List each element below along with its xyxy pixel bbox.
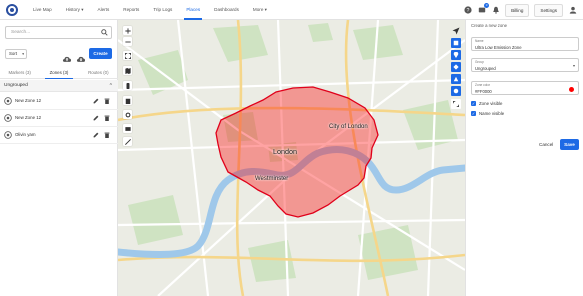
draw-circle-icon[interactable] (451, 86, 461, 96)
messages-icon[interactable]: 0 (477, 2, 490, 15)
zone-name: Olivin yam (15, 132, 36, 137)
search-input[interactable]: Search... (5, 26, 112, 39)
delete-icon[interactable] (104, 115, 110, 122)
zoom-in-icon[interactable] (123, 26, 132, 35)
chevron-down-icon: ▾ (22, 52, 24, 56)
zone-color-value: #FF0000 (475, 89, 492, 94)
create-button[interactable]: Create (89, 48, 112, 59)
name-visible-label: Name visible (479, 111, 505, 116)
delete-icon[interactable] (104, 98, 110, 105)
app-logo[interactable] (6, 3, 18, 16)
route-icon[interactable] (451, 74, 461, 84)
map-layers-icon[interactable] (123, 66, 132, 75)
save-button[interactable]: Save (560, 139, 579, 150)
fullscreen-icon[interactable] (123, 51, 132, 60)
edit-icon[interactable] (93, 132, 99, 139)
zone-name-label: Name (475, 39, 484, 43)
top-navigation-bar: Live Map History ▾ Alerts Reports Trip L… (0, 0, 583, 20)
sort-label: Sort (9, 51, 18, 56)
map-tiles (118, 20, 465, 296)
checkbox-checked-icon[interactable]: ✓ (471, 111, 476, 116)
draw-rectangle-icon[interactable] (451, 38, 461, 48)
nav-reports[interactable]: Reports (116, 0, 146, 20)
group-header[interactable]: Ungrouped ^ (0, 80, 118, 92)
chevron-up-icon[interactable]: ^ (110, 80, 112, 92)
places-sidebar: Search... Sort ▾ Create Markers (3) Zone… (0, 20, 118, 296)
group-label: Ungrouped (4, 83, 28, 88)
zone-name-value: Ultra Low Emission Zone (475, 45, 522, 50)
list-item[interactable]: New Zone 12 (0, 93, 118, 110)
map-canvas[interactable]: City of London London Westminster (118, 20, 465, 296)
list-item[interactable]: Olivin yam (0, 127, 118, 144)
create-zone-panel: Create a new zone Name Ultra Low Emissio… (465, 20, 583, 296)
svg-text:?: ? (466, 8, 469, 14)
zone-icon (4, 114, 12, 123)
checkbox-checked-icon[interactable]: ✓ (471, 101, 476, 106)
billing-button[interactable]: Billing (505, 3, 530, 17)
top-right-actions: ? 0 Billing Settings (463, 0, 577, 20)
tab-markers[interactable]: Markers (3) (0, 67, 39, 78)
nav-history[interactable]: History ▾ (59, 0, 91, 20)
overlay-icon[interactable] (123, 124, 132, 133)
settings-gear-icon[interactable] (123, 110, 132, 119)
places-tabs: Markers (3) Zones (3) Routes (0) (0, 67, 118, 79)
zone-name: New Zone 12 (15, 98, 42, 103)
notification-badge: 0 (484, 2, 490, 8)
zone-name-field[interactable]: Name Ultra Low Emission Zone (471, 37, 579, 51)
color-swatch[interactable] (569, 87, 574, 92)
panel-title: Create a new zone (471, 23, 508, 28)
list-item[interactable]: New Zone 12 (0, 110, 118, 127)
upload-icon[interactable] (62, 50, 72, 68)
cancel-button[interactable]: Cancel (537, 140, 555, 149)
search-icon[interactable] (101, 29, 108, 41)
name-visible-checkbox[interactable]: ✓ Name visible (471, 111, 504, 116)
tab-zones[interactable]: Zones (3) (39, 67, 78, 79)
delete-icon[interactable] (104, 132, 110, 139)
help-icon[interactable]: ? (463, 6, 472, 15)
zone-name: New Zone 12 (15, 115, 42, 120)
tab-routes[interactable]: Routes (0) (79, 67, 118, 78)
nav-live-map[interactable]: Live Map (26, 0, 59, 20)
nav-places[interactable]: Places (179, 0, 207, 20)
zone-icon (4, 97, 12, 106)
edit-icon[interactable] (93, 115, 99, 122)
zone-icon (4, 131, 12, 140)
draw-polygon-icon[interactable] (451, 62, 461, 72)
search-placeholder: Search... (11, 30, 31, 35)
zone-visible-checkbox[interactable]: ✓ Zone visible (471, 101, 502, 106)
map-label-london: London (273, 147, 297, 156)
bell-icon[interactable] (491, 6, 500, 15)
zone-color-label: Zone color (475, 83, 491, 87)
zone-color-field[interactable]: Zone color #FF0000 (471, 81, 579, 95)
navigate-arrow-icon[interactable] (451, 26, 461, 36)
place-marker-icon[interactable] (451, 50, 461, 60)
sort-dropdown[interactable]: Sort ▾ (5, 49, 27, 59)
nav-trip-logs[interactable]: Trip Logs (146, 0, 179, 20)
measure-icon[interactable] (123, 137, 132, 146)
download-icon[interactable] (76, 50, 86, 68)
main-nav: Live Map History ▾ Alerts Reports Trip L… (26, 0, 274, 20)
zoom-out-icon[interactable] (123, 37, 132, 46)
map-label-city-of-london: City of London (329, 124, 368, 130)
settings-button[interactable]: Settings (534, 3, 563, 17)
group-select-label: Group (475, 60, 484, 64)
group-select-value: Ungrouped (475, 66, 496, 71)
nav-more[interactable]: More ▾ (246, 0, 274, 20)
nav-alerts[interactable]: Alerts (91, 0, 117, 20)
zone-visible-label: Zone visible (479, 101, 503, 106)
chevron-down-icon: ▾ (572, 63, 575, 68)
user-avatar[interactable] (568, 6, 577, 15)
expand-icon[interactable] (451, 99, 461, 109)
traffic-icon[interactable] (123, 81, 132, 90)
nav-dashboards[interactable]: Dashboards (207, 0, 246, 20)
edit-icon[interactable] (93, 98, 99, 105)
group-select[interactable]: Group Ungrouped ▾ (471, 58, 579, 72)
map-label-westminster: Westminster (255, 176, 289, 182)
building-icon[interactable] (123, 96, 132, 105)
